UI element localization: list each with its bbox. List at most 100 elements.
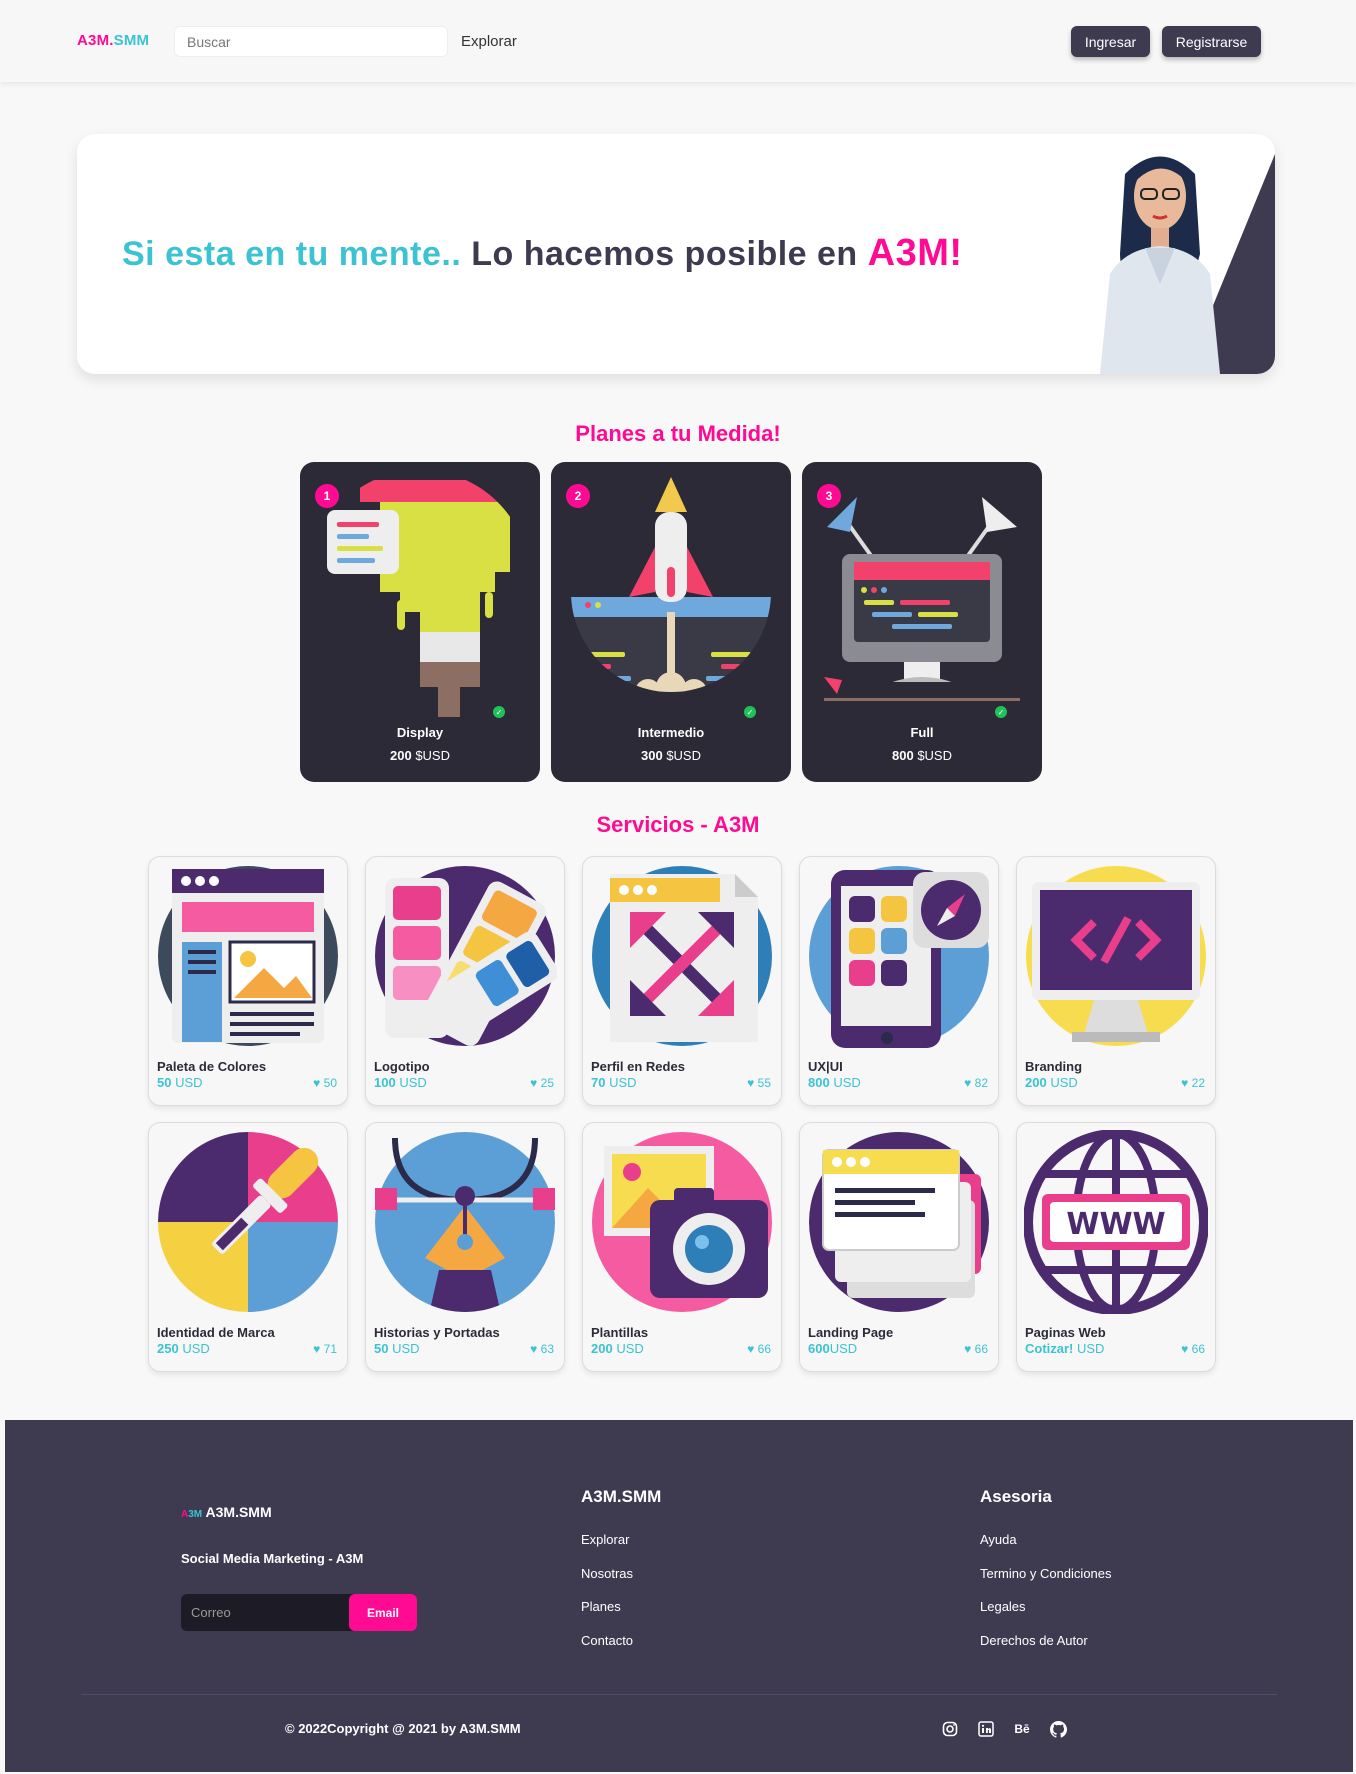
service-card-branding[interactable]: Branding 200 USD ♥ 22 <box>1016 856 1216 1106</box>
svg-text:WWW: WWW <box>1066 1207 1165 1242</box>
footer-logo-text: A3M.SMM <box>202 1504 272 1520</box>
footer-link-terminos[interactable]: Termino y Condiciones <box>980 1566 1112 1581</box>
code-monitor-icon <box>1026 866 1206 1046</box>
site-footer: A3M A3M.SMM Social Media Marketing - A3M… <box>5 1420 1353 1772</box>
likes-count: 55 <box>757 1076 771 1090</box>
service-card-ux-ui[interactable]: UX|UI 800 USD ♥ 82 <box>799 856 999 1106</box>
likes-count: 66 <box>757 1342 771 1356</box>
service-price: 100 USD <box>374 1075 427 1090</box>
hero-title-part-2: Lo hacemos posible en <box>461 235 868 273</box>
behance-icon[interactable]: Bē <box>1013 1720 1031 1738</box>
copyright-text: © 2022Copyright @ 2021 by A3M.SMM <box>285 1721 521 1736</box>
service-likes[interactable]: ♥ 82 <box>964 1076 988 1090</box>
plan-price: 300 $USD <box>551 748 791 763</box>
service-card-plantillas[interactable]: Plantillas 200 USD ♥ 66 <box>582 1122 782 1372</box>
service-price: 50 USD <box>374 1341 420 1356</box>
service-card-paleta-de-colores[interactable]: Paleta de Colores 50 USD ♥ 50 <box>148 856 348 1106</box>
service-card-identidad-de-marca[interactable]: Identidad de Marca 250 USD ♥ 71 <box>148 1122 348 1372</box>
plan-price-currency: $USD <box>917 748 952 763</box>
linkedin-icon[interactable] <box>977 1720 995 1738</box>
heart-icon: ♥ <box>964 1076 972 1090</box>
plan-number-badge: 1 <box>315 484 339 508</box>
service-price: 250 USD <box>157 1341 210 1356</box>
hero-title-part-3: A3M! <box>867 232 963 274</box>
newsletter-form: Email <box>181 1594 417 1631</box>
plan-price: 800 $USD <box>802 748 1042 763</box>
footer-logo-mark-b: 3M <box>188 1509 203 1520</box>
heart-icon: ♥ <box>313 1342 321 1356</box>
service-price-amount: 250 <box>157 1341 179 1356</box>
service-card-historias-y-portadas[interactable]: Historias y Portadas 50 USD ♥ 63 <box>365 1122 565 1372</box>
plans-section-title: Planes a tu Medida! <box>575 421 781 446</box>
footer-tagline: Social Media Marketing - A3M <box>181 1551 364 1566</box>
service-likes[interactable]: ♥ 55 <box>747 1076 771 1090</box>
service-price-currency: USD <box>1046 1075 1078 1090</box>
service-likes[interactable]: ♥ 63 <box>530 1342 554 1356</box>
github-icon[interactable] <box>1049 1720 1067 1738</box>
service-price-amount: 50 <box>374 1341 389 1356</box>
footer-logo-mark: A3M <box>181 1509 202 1520</box>
heart-icon: ♥ <box>747 1076 755 1090</box>
register-button[interactable]: Registrarse <box>1162 26 1261 57</box>
plan-price-amount: 800 <box>891 748 914 763</box>
footer-link-ayuda[interactable]: Ayuda <box>980 1532 1017 1547</box>
service-likes[interactable]: ♥ 25 <box>530 1076 554 1090</box>
service-likes[interactable]: ♥ 71 <box>313 1342 337 1356</box>
heart-icon: ♥ <box>747 1342 755 1356</box>
color-palette-icon <box>375 866 557 1046</box>
footer-link-planes[interactable]: Planes <box>581 1599 621 1614</box>
service-price-amount: 200 <box>1025 1075 1047 1090</box>
service-name: Identidad de Marca <box>157 1325 275 1340</box>
footer-link-legales[interactable]: Legales <box>980 1599 1026 1614</box>
footer-col-title-a3m: A3M.SMM <box>581 1487 662 1506</box>
service-price: 70 USD <box>591 1075 637 1090</box>
instagram-icon[interactable] <box>941 1720 959 1738</box>
footer-link-derechos[interactable]: Derechos de Autor <box>980 1633 1088 1648</box>
email-submit-button[interactable]: Email <box>349 1594 417 1631</box>
email-field[interactable] <box>181 1594 349 1631</box>
service-price-currency: USD <box>612 1341 644 1356</box>
nav-explore-link[interactable]: Explorar <box>461 33 517 50</box>
plan-card-intermedio[interactable]: 2 ✓ Intermedio 300 $USD <box>551 462 791 782</box>
service-card-landing-page[interactable]: Landing Page 600USD ♥ 66 <box>799 1122 999 1372</box>
brand-logo[interactable]: A3M.SMM <box>77 32 149 49</box>
footer-logo[interactable]: A3M A3M.SMM <box>181 1504 272 1520</box>
footer-link-nosotras[interactable]: Nosotras <box>581 1566 633 1581</box>
service-likes[interactable]: ♥ 22 <box>1181 1076 1205 1090</box>
search-input[interactable] <box>174 26 448 57</box>
web-layout-icon <box>158 866 338 1046</box>
service-card-logotipo[interactable]: Logotipo 100 USD ♥ 25 <box>365 856 565 1106</box>
heart-icon: ♥ <box>1181 1076 1189 1090</box>
logo-part-2: SMM <box>113 32 150 49</box>
service-price-amount: 50 <box>157 1075 172 1090</box>
heart-icon: ♥ <box>530 1076 538 1090</box>
service-card-paginas-web[interactable]: WWW Paginas Web Cotizar! USD ♥ 66 <box>1016 1122 1216 1372</box>
service-price-amount: Cotizar! <box>1025 1341 1074 1356</box>
footer-link-explorar[interactable]: Explorar <box>581 1532 629 1547</box>
service-price-amount: 100 <box>374 1075 396 1090</box>
service-price: 800 USD <box>808 1075 861 1090</box>
service-price: 200 USD <box>591 1341 644 1356</box>
service-likes[interactable]: ♥ 50 <box>313 1076 337 1090</box>
likes-count: 25 <box>540 1076 554 1090</box>
service-price-currency: USD <box>395 1075 427 1090</box>
plan-number-badge: 3 <box>817 484 841 508</box>
login-button[interactable]: Ingresar <box>1071 26 1150 57</box>
plan-card-full[interactable]: 3 ✓ Full 800 $USD <box>802 462 1042 782</box>
service-likes[interactable]: ♥ 66 <box>747 1342 771 1356</box>
service-price-currency: USD <box>178 1341 210 1356</box>
service-price-amount: 200 <box>591 1341 613 1356</box>
service-likes[interactable]: ♥ 66 <box>964 1342 988 1356</box>
likes-count: 71 <box>323 1342 337 1356</box>
plan-price-amount: 300 <box>640 748 663 763</box>
service-likes[interactable]: ♥ 66 <box>1181 1342 1205 1356</box>
service-price-currency: USD <box>388 1341 420 1356</box>
services-section-title: Servicios - A3M <box>596 812 760 837</box>
service-price: Cotizar! USD <box>1025 1341 1104 1356</box>
check-icon: ✓ <box>744 706 756 718</box>
service-name: Landing Page <box>808 1325 894 1340</box>
footer-link-contacto[interactable]: Contacto <box>581 1633 633 1648</box>
service-card-perfil-en-redes[interactable]: Perfil en Redes 70 USD ♥ 55 <box>582 856 782 1106</box>
likes-count: 66 <box>974 1342 988 1356</box>
plan-card-display[interactable]: 1 ✓ Display 200 $USD <box>300 462 540 782</box>
